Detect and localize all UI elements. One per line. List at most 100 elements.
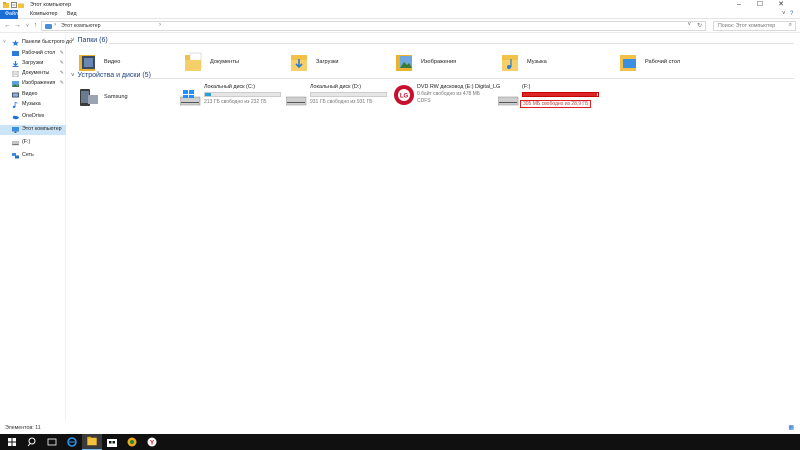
nav-label: Видео xyxy=(22,91,38,97)
new-folder-icon[interactable] xyxy=(18,2,24,8)
folder-video[interactable]: Видео xyxy=(78,51,158,91)
section-title: Папки (6) xyxy=(77,37,108,44)
properties-icon[interactable] xyxy=(11,2,17,8)
navigation-pane: ˅ Панели быстрого до Рабочий стол ✎ Загр… xyxy=(0,34,72,420)
nav-item-quick-access[interactable]: ˅ Панели быстрого до xyxy=(0,38,72,48)
maximize-button[interactable]: ☐ xyxy=(751,0,769,10)
explorer-icon xyxy=(3,2,9,8)
computer-icon xyxy=(12,127,19,133)
nav-item-onedrive[interactable]: OneDrive xyxy=(0,112,66,122)
help-icon[interactable]: ? xyxy=(790,11,793,17)
folder-desktop[interactable]: Рабочий стол xyxy=(619,51,704,91)
nav-label: Рабочий стол xyxy=(22,50,56,56)
device-samsung[interactable]: Samsung xyxy=(78,86,158,126)
taskbar: Y xyxy=(0,434,800,450)
nav-item-downloads[interactable]: Загрузки ✎ xyxy=(0,59,66,69)
music-folder-icon xyxy=(502,55,518,71)
drive-name: Локальный диск (C:) xyxy=(204,84,256,90)
file-explorer-taskbar-icon[interactable] xyxy=(82,434,102,450)
address-row: ← → ˅ ↑ › Этот компьютер › ˅ ↻ Поиск: Эт… xyxy=(0,19,800,33)
network-icon xyxy=(12,153,19,159)
windows-start-icon[interactable] xyxy=(2,434,22,450)
pictures-folder-icon xyxy=(396,55,412,71)
drive-f[interactable]: (F:) 305 МБ свободно из 28,9 ГБ xyxy=(498,84,603,124)
nav-item-video[interactable]: Видео xyxy=(0,90,66,100)
ribbon-tabs: Файл Компьютер Вид ˅ ? xyxy=(0,10,800,19)
tab-computer[interactable]: Компьютер xyxy=(30,10,57,19)
nav-item-this-pc[interactable]: Этот компьютер xyxy=(0,125,66,135)
downloads-icon xyxy=(12,61,19,67)
nav-label: Сеть xyxy=(22,152,34,158)
nav-label: Изображения xyxy=(22,80,56,86)
close-button[interactable]: ✕ xyxy=(772,0,790,10)
window-title: Этот компьютер xyxy=(30,2,72,8)
folder-label: Видео xyxy=(104,59,121,65)
drive-free-space: 213 ГБ свободно из 232 ГБ xyxy=(204,99,267,105)
task-view-icon[interactable] xyxy=(42,434,62,450)
drive-usage-fill xyxy=(205,93,211,96)
drive-name: DVD RW дисковод (E:) Digital_LG xyxy=(417,84,501,90)
view-toggle-icon[interactable]: ▦ xyxy=(788,424,794,431)
refresh-icon[interactable]: ↻ xyxy=(697,22,702,29)
section-header-folders[interactable]: ˅ Папки (6) xyxy=(71,37,108,49)
nav-label: Документы xyxy=(22,70,50,76)
chevron-down-icon[interactable]: ˅ xyxy=(3,39,6,45)
nav-item-drive-f[interactable]: (F:) xyxy=(0,138,66,148)
address-bar[interactable]: › Этот компьютер › ˅ ↻ xyxy=(41,21,706,31)
drive-filesystem: CDFS xyxy=(417,98,431,104)
nav-item-music[interactable]: Музыка xyxy=(0,100,66,110)
tab-view[interactable]: Вид xyxy=(67,10,77,19)
usb-drive-icon xyxy=(12,141,19,146)
tab-file[interactable]: Файл xyxy=(0,10,18,19)
chevron-down-icon[interactable]: ˅ xyxy=(687,22,691,28)
nav-label: Загрузки xyxy=(22,60,44,66)
nav-item-pictures[interactable]: Изображения ✎ xyxy=(0,79,66,89)
star-icon xyxy=(12,40,19,46)
nav-label: (F:) xyxy=(22,139,31,145)
chevron-down-icon[interactable]: ˅ xyxy=(71,73,75,79)
section-title: Устройства и диски (5) xyxy=(77,72,151,79)
chevron-right-icon[interactable]: › xyxy=(159,22,161,28)
drive-d[interactable]: Локальный диск (D:) 931 ГБ свободно из 9… xyxy=(286,84,391,124)
yandex-browser-icon[interactable]: Y xyxy=(142,434,162,450)
search-placeholder: Поиск: Этот компьютер xyxy=(718,23,776,29)
nav-item-documents[interactable]: Документы ✎ xyxy=(0,69,66,79)
music-icon xyxy=(12,102,18,108)
pin-icon: ✎ xyxy=(59,70,64,76)
folder-label: Музыка xyxy=(527,59,547,65)
nav-item-desktop[interactable]: Рабочий стол ✎ xyxy=(0,49,66,59)
forward-button[interactable]: → xyxy=(13,21,22,31)
drive-c[interactable]: Локальный диск (C:) 213 ГБ свободно из 2… xyxy=(180,84,285,124)
drive-usage-bar xyxy=(522,92,599,97)
back-button[interactable]: ← xyxy=(3,21,12,31)
pictures-icon xyxy=(12,81,19,87)
section-header-devices[interactable]: ˅ Устройства и диски (5) xyxy=(71,72,151,84)
video-folder-icon xyxy=(79,55,95,71)
folder-label: Загрузки xyxy=(316,59,339,65)
search-input[interactable]: Поиск: Этот компьютер ⌕ xyxy=(713,21,796,31)
drive-usage-bar xyxy=(204,92,281,97)
chevron-down-icon[interactable]: ˅ xyxy=(782,11,786,17)
file-explorer-window: Этот компьютер – ☐ ✕ Файл Компьютер Вид … xyxy=(0,0,800,434)
edge-icon[interactable] xyxy=(62,434,82,450)
drive-free-space-highlighted: 305 МБ свободно из 28,9 ГБ xyxy=(520,100,592,108)
drive-free-space: 931 ГБ свободно из 931 ГБ xyxy=(310,99,373,105)
store-icon[interactable] xyxy=(102,434,122,450)
drive-usage-fill xyxy=(523,93,598,96)
minimize-button[interactable]: – xyxy=(730,0,748,10)
nav-item-network[interactable]: Сеть xyxy=(0,151,66,161)
chevron-down-icon[interactable]: ˅ xyxy=(71,38,75,44)
content-pane: ˅ Папки (6) Видео Документы Загрузки Изоб… xyxy=(67,34,800,420)
app-icon[interactable] xyxy=(122,434,142,450)
desktop-icon xyxy=(12,51,19,56)
nav-label: Музыка xyxy=(22,101,41,107)
documents-folder-icon xyxy=(185,52,202,71)
up-button[interactable]: ↑ xyxy=(31,21,40,31)
folder-label: Изображения xyxy=(421,59,457,65)
drive-e[interactable]: LG DVD RW дисковод (E:) Digital_LG 0 бай… xyxy=(393,84,503,124)
pin-icon: ✎ xyxy=(59,50,64,56)
status-bar: Элементов: 11 ▦ xyxy=(0,424,800,434)
windows-drive-icon xyxy=(180,90,201,106)
svg-text:LG: LG xyxy=(400,94,409,100)
search-icon[interactable] xyxy=(22,434,42,450)
